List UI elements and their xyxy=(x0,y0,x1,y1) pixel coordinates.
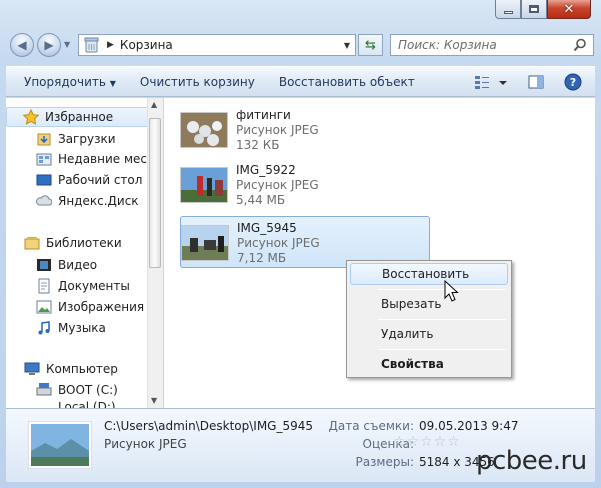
nav-item-video[interactable]: Видео xyxy=(36,255,97,275)
help-icon: ? xyxy=(564,73,582,91)
search-placeholder: Поиск: Корзина xyxy=(398,38,497,52)
window-caption-buttons: ✕ xyxy=(495,0,591,20)
downloads-folder-icon xyxy=(36,131,52,147)
menu-separator xyxy=(378,289,506,290)
date-taken-label: Дата съемки: xyxy=(328,419,415,433)
maximize-icon xyxy=(529,5,539,13)
nav-item-images[interactable]: Изображения xyxy=(36,297,144,317)
scroll-up-icon[interactable]: ▲ xyxy=(151,100,157,109)
nav-item-downloads[interactable]: Загрузки xyxy=(36,129,116,149)
nav-scrollbar-thumb[interactable] xyxy=(149,118,161,268)
nav-item-yandex-disk[interactable]: Яндекс.Диск xyxy=(36,191,139,211)
preview-pane-button[interactable] xyxy=(528,74,544,93)
nav-item-music[interactable]: Музыка xyxy=(36,318,106,338)
refresh-icon: ⇆ xyxy=(365,37,376,53)
dimensions-label: Размеры: xyxy=(355,455,414,469)
watermark-text: pcbee.ru xyxy=(476,446,587,476)
file-type: Рисунок JPEG xyxy=(236,178,319,192)
libraries-icon xyxy=(24,235,40,251)
restore-item-button[interactable]: Восстановить объект xyxy=(269,75,425,89)
documents-icon xyxy=(36,278,52,294)
empty-bin-button[interactable]: Очистить корзину xyxy=(130,75,265,89)
address-bar[interactable]: ▶ Корзина xyxy=(78,34,356,56)
nav-item-desktop[interactable]: Рабочий стол xyxy=(36,170,142,190)
images-icon xyxy=(36,299,52,315)
drive-icon xyxy=(36,400,52,408)
img-5922-thumbnail xyxy=(180,167,228,203)
file-size: 132 КБ xyxy=(236,138,280,152)
context-menu: Восстановить Вырезать Удалить Свойства xyxy=(346,260,512,378)
scroll-down-icon[interactable]: ▼ xyxy=(151,396,157,405)
file-size: 7,12 МБ xyxy=(237,251,287,265)
details-path: C:\Users\admin\Desktop\IMG_5945 xyxy=(104,419,314,433)
details-type: Рисунок JPEG xyxy=(104,437,187,451)
video-icon xyxy=(36,257,52,273)
back-button[interactable]: ◀ xyxy=(10,33,34,57)
music-icon xyxy=(36,320,52,336)
recent-places-icon xyxy=(36,151,52,167)
maximize-button[interactable] xyxy=(521,0,547,19)
address-path[interactable]: Корзина xyxy=(120,38,173,52)
nav-item-documents[interactable]: Документы xyxy=(36,276,130,296)
search-input[interactable]: Поиск: Корзина xyxy=(390,34,594,56)
address-dropdown-button[interactable]: ▼ xyxy=(338,34,356,56)
selected-file-thumbnail xyxy=(28,421,92,469)
svg-text:?: ? xyxy=(570,76,576,89)
minimize-icon xyxy=(503,10,513,14)
file-size: 5,44 МБ xyxy=(236,193,286,207)
nav-item-computer[interactable]: Компьютер xyxy=(24,359,118,379)
menu-item-properties[interactable]: Свойства xyxy=(350,353,508,375)
desktop-icon xyxy=(36,172,52,188)
breadcrumb-chevron-icon: ▶ xyxy=(107,40,114,50)
nav-item-local-drive[interactable]: Local (D:) xyxy=(36,400,116,408)
minimize-button[interactable] xyxy=(495,0,521,19)
mouse-cursor-icon xyxy=(444,280,459,302)
nav-item-favorites[interactable]: Избранное xyxy=(6,107,151,127)
menu-item-cut[interactable]: Вырезать xyxy=(350,293,508,315)
computer-icon xyxy=(24,361,40,377)
recent-pages-dropdown[interactable]: ▼ xyxy=(64,40,70,49)
file-item-fittings[interactable]: фитинги Рисунок JPEG 132 КБ xyxy=(180,104,430,156)
date-taken-value: 09.05.2013 9:47 xyxy=(419,419,519,433)
refresh-button[interactable]: ⇆ xyxy=(358,34,383,56)
file-item-img-5922[interactable]: IMG_5922 Рисунок JPEG 5,44 МБ xyxy=(180,159,430,211)
back-arrow-icon: ◀ xyxy=(17,38,27,52)
search-icon xyxy=(573,38,586,52)
change-view-button[interactable] xyxy=(474,74,508,93)
nav-item-libraries[interactable]: Библиотеки xyxy=(24,233,122,253)
menu-separator xyxy=(378,319,506,320)
file-type: Рисунок JPEG xyxy=(237,236,320,250)
help-button[interactable]: ? xyxy=(564,73,582,94)
navigation-pane: Избранное Загрузки Недавние места Рабочи… xyxy=(6,98,163,408)
forward-arrow-icon: ▶ xyxy=(44,38,54,52)
dropdown-arrow-icon: ▼ xyxy=(109,78,116,88)
nav-item-recent-places[interactable]: Недавние места xyxy=(36,149,161,169)
file-type: Рисунок JPEG xyxy=(236,123,319,137)
star-icon xyxy=(22,108,40,125)
menu-item-restore[interactable]: Восстановить xyxy=(350,263,508,285)
menu-item-delete[interactable]: Удалить xyxy=(350,323,508,345)
preview-pane-icon xyxy=(528,75,544,89)
forward-button[interactable]: ▶ xyxy=(37,33,61,57)
drive-icon xyxy=(36,382,52,398)
file-name: IMG_5922 xyxy=(236,163,296,177)
command-bar: Упорядочить ▼ Очистить корзину Восстанов… xyxy=(6,66,595,97)
file-name: фитинги xyxy=(236,108,291,122)
recycle-bin-icon xyxy=(84,37,99,53)
view-options-icon xyxy=(475,76,507,89)
img-5945-thumbnail xyxy=(181,225,229,261)
fittings-thumbnail xyxy=(180,112,228,148)
file-name: IMG_5945 xyxy=(237,221,297,235)
organize-button[interactable]: Упорядочить ▼ xyxy=(14,75,126,89)
close-icon: ✕ xyxy=(563,1,575,17)
rating-stars[interactable]: ☆☆☆☆☆ xyxy=(393,434,461,450)
close-button[interactable]: ✕ xyxy=(547,0,591,19)
menu-separator xyxy=(378,349,506,350)
cloud-disk-icon xyxy=(36,193,53,209)
nav-item-boot-drive[interactable]: BOOT (C:) xyxy=(36,380,118,400)
